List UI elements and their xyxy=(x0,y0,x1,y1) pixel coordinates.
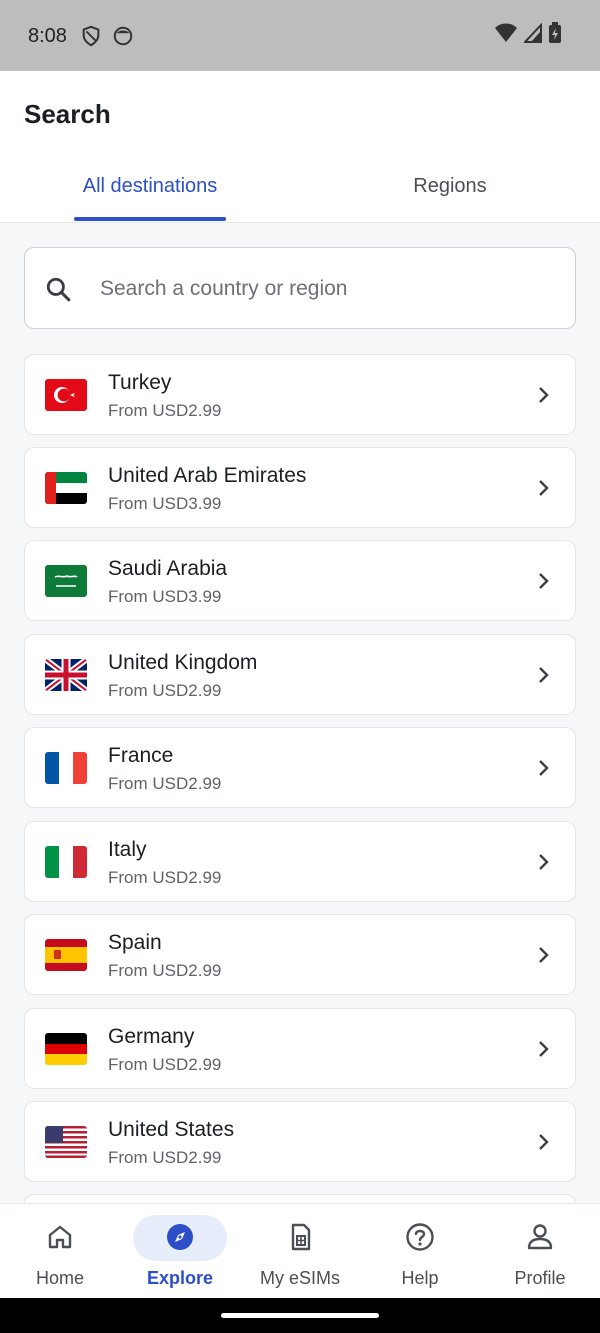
country-name: Turkey xyxy=(108,371,172,394)
nav-label: Home xyxy=(35,1268,84,1288)
price-label: From USD2.99 xyxy=(108,1055,222,1074)
bottom-navigation: Home Explore My eSIMs Help Profile xyxy=(0,1203,600,1298)
help-icon xyxy=(406,1223,434,1251)
destination-row-uae[interactable]: United Arab Emirates From USD3.99 xyxy=(24,447,576,528)
price-label: From USD3.99 xyxy=(108,494,222,513)
status-bar: 8:08 xyxy=(0,0,600,71)
price-label: From USD2.99 xyxy=(108,1148,222,1167)
chevron-right-icon xyxy=(539,1041,549,1057)
price-label: From USD3.99 xyxy=(108,587,222,606)
chevron-right-icon xyxy=(539,760,549,776)
nav-home[interactable]: Home xyxy=(0,1204,120,1299)
active-tab-indicator xyxy=(74,217,226,221)
destination-row-france[interactable]: France From USD2.99 xyxy=(24,727,576,808)
country-name: Spain xyxy=(108,931,162,954)
destination-row-united-kingdom[interactable]: United Kingdom From USD2.99 xyxy=(24,634,576,715)
price-label: From USD2.99 xyxy=(108,774,222,793)
home-gesture-bar[interactable] xyxy=(221,1313,379,1318)
destination-row-italy[interactable]: Italy From USD2.99 xyxy=(24,821,576,902)
search-input[interactable]: Search a country or region xyxy=(24,247,576,329)
country-name: United Kingdom xyxy=(108,651,258,674)
nav-help[interactable]: Help xyxy=(360,1204,480,1299)
status-indicators xyxy=(494,22,562,44)
country-name: Germany xyxy=(108,1025,195,1048)
price-label: From USD2.99 xyxy=(108,401,222,420)
country-name: United States xyxy=(108,1118,235,1141)
tab-regions[interactable]: Regions xyxy=(400,175,500,198)
system-navigation-area xyxy=(0,1298,600,1333)
status-time: 8:08 xyxy=(28,25,67,47)
chevron-right-icon xyxy=(539,947,549,963)
price-label: From USD2.99 xyxy=(108,681,222,700)
nav-my-esims[interactable]: My eSIMs xyxy=(240,1204,360,1299)
country-name: Saudi Arabia xyxy=(108,557,228,580)
compass-icon xyxy=(167,1224,193,1250)
shield-icon xyxy=(82,25,100,47)
destination-row-germany[interactable]: Germany From USD2.99 xyxy=(24,1008,576,1089)
france-flag-icon xyxy=(45,752,87,784)
destination-row-saudi-arabia[interactable]: Saudi Arabia From USD3.99 xyxy=(24,540,576,621)
italy-flag-icon xyxy=(45,846,87,878)
uk-flag-icon xyxy=(45,659,87,691)
price-label: From USD2.99 xyxy=(108,961,222,980)
chevron-right-icon xyxy=(539,480,549,496)
usa-flag-icon xyxy=(45,1126,87,1158)
nav-explore[interactable]: Explore xyxy=(120,1204,240,1299)
chevron-right-icon xyxy=(539,854,549,870)
nav-label: My eSIMs xyxy=(259,1268,340,1288)
uae-flag-icon xyxy=(45,472,87,504)
nav-label: Explore xyxy=(146,1268,214,1288)
country-name: Italy xyxy=(108,838,147,861)
destination-row-partial[interactable] xyxy=(24,1194,576,1203)
spain-flag-icon xyxy=(45,939,87,971)
chevron-right-icon xyxy=(539,667,549,683)
destination-row-turkey[interactable]: Turkey From USD2.99 xyxy=(24,354,576,435)
country-name: France xyxy=(108,744,174,767)
destination-list[interactable]: Turkey From USD2.99 United Arab Emirates… xyxy=(24,354,576,1203)
header: Search All destinations Regions xyxy=(0,71,600,223)
battery-icon xyxy=(549,22,561,43)
germany-flag-icon xyxy=(45,1033,87,1065)
page-title: Search xyxy=(24,99,111,129)
nav-label: Profile xyxy=(514,1268,566,1288)
chevron-right-icon xyxy=(539,1134,549,1150)
nav-profile[interactable]: Profile xyxy=(480,1204,600,1299)
country-name: United Arab Emirates xyxy=(108,464,307,487)
search-placeholder: Search a country or region xyxy=(100,277,348,300)
search-icon xyxy=(46,277,71,302)
home-icon xyxy=(48,1225,72,1249)
face-icon xyxy=(113,26,133,46)
sim-card-icon xyxy=(291,1223,311,1251)
chevron-right-icon xyxy=(539,573,549,589)
price-label: From USD2.99 xyxy=(108,868,222,887)
destination-row-spain[interactable]: Spain From USD2.99 xyxy=(24,914,576,995)
destination-row-united-states[interactable]: United States From USD2.99 xyxy=(24,1101,576,1182)
signal-icon xyxy=(524,23,542,43)
nav-label: Help xyxy=(401,1268,439,1288)
wifi-icon xyxy=(495,23,517,42)
tab-all-destinations[interactable]: All destinations xyxy=(74,175,226,198)
saudi-arabia-flag-icon xyxy=(45,565,87,597)
chevron-right-icon xyxy=(539,387,549,403)
turkey-flag-icon xyxy=(45,379,87,411)
profile-icon xyxy=(527,1224,553,1250)
